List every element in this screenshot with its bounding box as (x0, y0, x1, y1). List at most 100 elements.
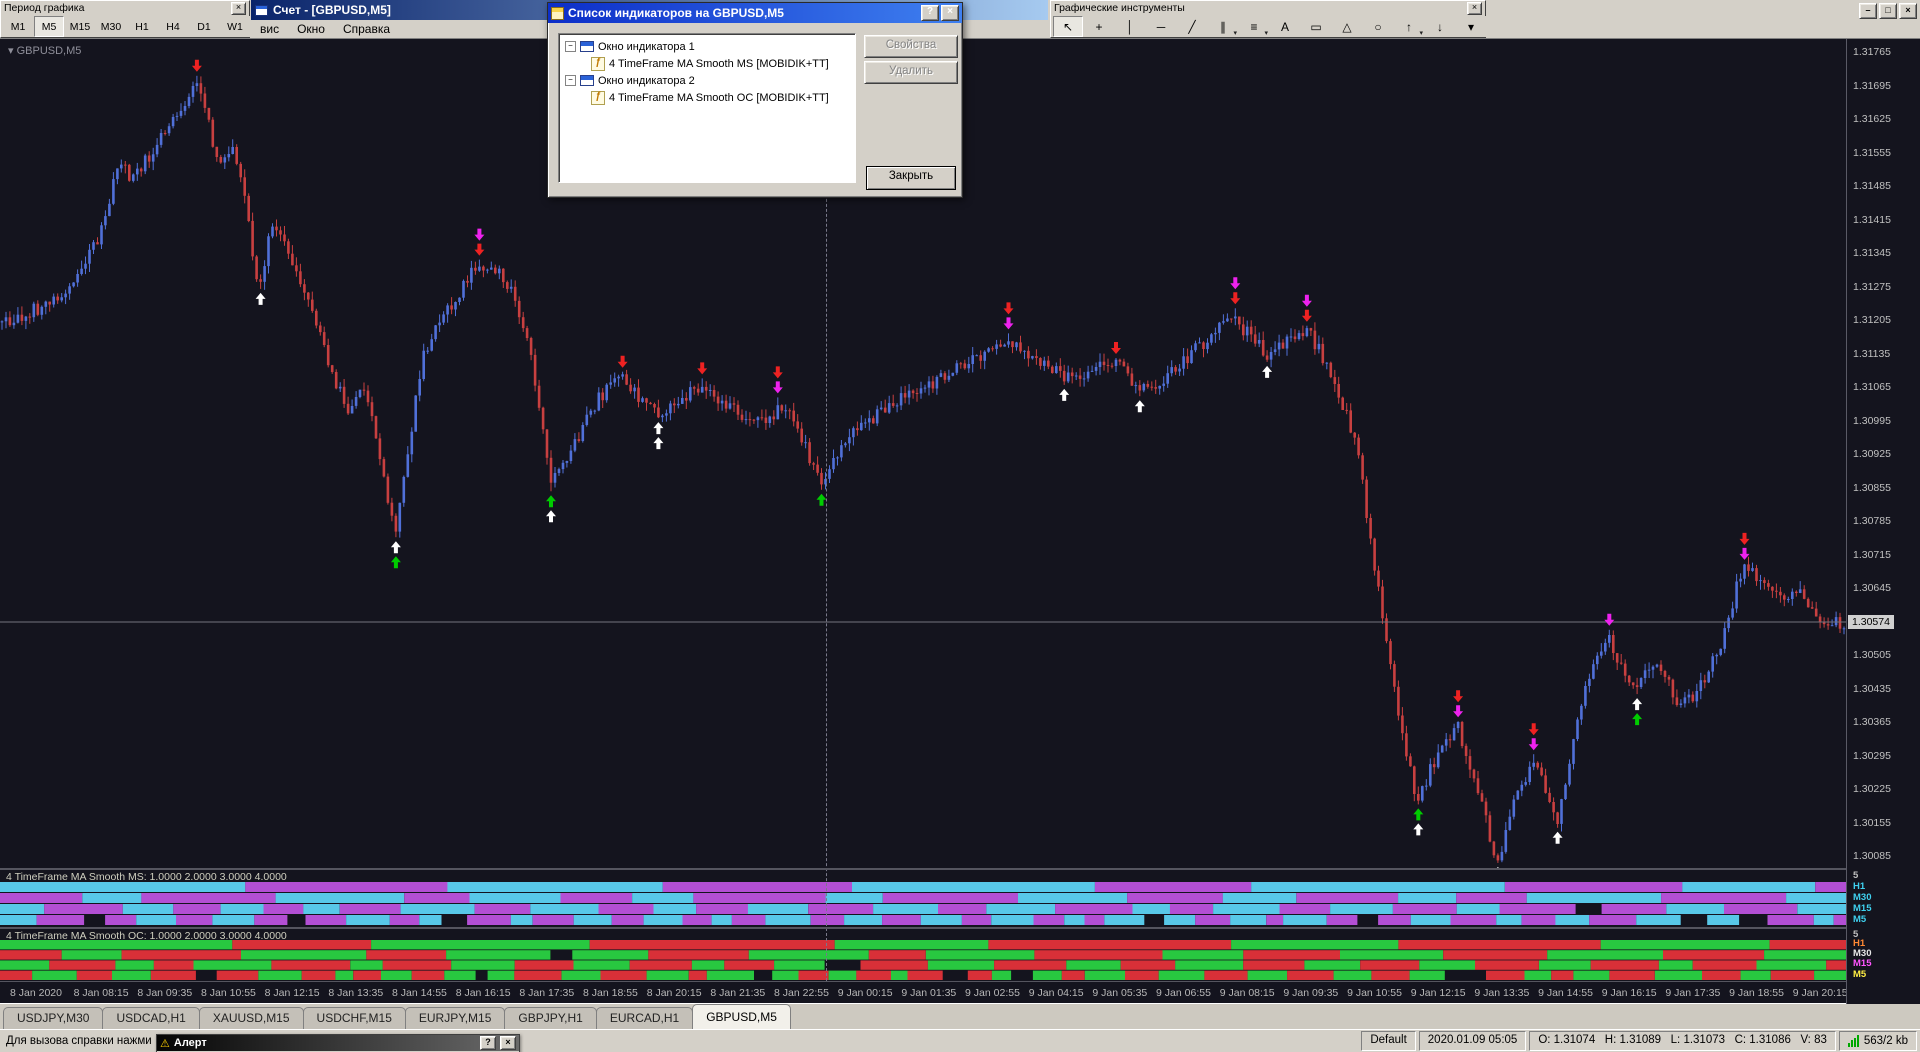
time-axis-label: 8 Jan 17:35 (519, 987, 575, 999)
pane-tf-label-m15: M15 (1853, 903, 1872, 914)
horizontal-line-icon[interactable]: ─ (1146, 16, 1176, 37)
time-axis-label: 8 Jan 2020 (10, 987, 62, 999)
chart-tab-usdjpym30[interactable]: USDJPY,M30 (3, 1007, 104, 1029)
trendline-icon[interactable]: ╱ (1177, 16, 1207, 37)
price-axis-label: 1.30295 (1853, 749, 1891, 762)
close-icon[interactable]: × (1899, 3, 1917, 19)
indicators-tree: − Окно индикатора 1 ƒ 4 TimeFrame MA Smooth… (559, 34, 855, 110)
period-toolbar-titlebar[interactable]: Период графика × (1, 1, 249, 15)
help-icon[interactable]: ? (480, 1036, 496, 1050)
price-axis-label: 1.31135 (1853, 347, 1891, 360)
indicators-listbox[interactable]: − Окно индикатора 1 ƒ 4 TimeFrame MA Smooth… (558, 33, 856, 183)
price-axis-label: 1.30225 (1853, 783, 1891, 795)
chart-tab-eurcadh1[interactable]: EURCAD,H1 (595, 1007, 694, 1029)
time-axis-label: 9 Jan 00:15 (837, 987, 893, 999)
crosshair-icon[interactable]: + (1084, 16, 1114, 37)
collapse-icon[interactable]: − (565, 41, 576, 52)
collapse-icon[interactable]: − (565, 75, 576, 86)
connection-bars-icon (1847, 1035, 1859, 1047)
chart-tab-gbpusdm5[interactable]: GBPUSD,M5 (692, 1004, 791, 1029)
time-axis-label: 9 Jan 02:55 (965, 987, 1020, 999)
indicator-window-icon (580, 75, 594, 86)
time-axis-label: 9 Jan 06:55 (1156, 987, 1211, 999)
close-icon[interactable]: × (941, 5, 959, 21)
period-button-h4[interactable]: H4 (158, 16, 188, 37)
menu-item-0[interactable]: вис (251, 21, 288, 37)
chart-tab-usdchfm15[interactable]: USDCHF,M15 (302, 1007, 406, 1029)
vertical-line-icon[interactable]: │ (1115, 16, 1145, 37)
period-button-m15[interactable]: M15 (65, 16, 95, 37)
arrow-up-icon[interactable]: ↑ ▾ (1394, 16, 1424, 37)
time-axis-label: 9 Jan 18:55 (1729, 987, 1784, 999)
chart-tab-usdcadh1[interactable]: USDCAD,H1 (102, 1007, 200, 1029)
price-axis-label: 1.30085 (1853, 850, 1891, 862)
time-axis-label: 9 Jan 05:35 (1092, 987, 1148, 999)
time-axis-label: 8 Jan 20:15 (646, 987, 702, 999)
pane-splitter[interactable] (0, 868, 1920, 870)
alert-titlebar[interactable]: ⚠ Алерт ? × (157, 1035, 519, 1051)
properties-button[interactable]: Свойства (864, 35, 958, 58)
restore-icon[interactable]: □ (1879, 3, 1897, 19)
chart-tab-gbpjpyh1[interactable]: GBPJPY,H1 (504, 1007, 597, 1029)
minimize-icon[interactable]: – (1859, 3, 1877, 19)
cursor-icon[interactable]: ↖ (1053, 16, 1083, 37)
close-icon[interactable]: × (1467, 1, 1482, 15)
period-button-m30[interactable]: M30 (96, 16, 126, 37)
price-axis-label: 1.31625 (1853, 113, 1891, 125)
text-icon[interactable]: A (1270, 16, 1300, 37)
close-icon[interactable]: × (231, 1, 246, 15)
price-axis-label: 1.30645 (1853, 582, 1891, 594)
tree-window-item[interactable]: − Окно индикатора 2 (561, 72, 853, 89)
period-toolbar-title: Период графика (4, 2, 85, 14)
arrow-down-icon[interactable]: ↓ (1425, 16, 1455, 37)
menu-item-1[interactable]: Окно (288, 21, 334, 37)
period-button-m1[interactable]: M1 (3, 16, 33, 37)
close-button[interactable]: Закрыть (866, 166, 956, 190)
help-icon[interactable]: ? (921, 5, 939, 21)
period-button-m5[interactable]: M5 (34, 16, 64, 37)
ellipse-icon[interactable]: ○ (1363, 16, 1393, 37)
more-tools-icon[interactable]: ▾ (1456, 16, 1486, 37)
rectangle-icon[interactable]: ▭ (1301, 16, 1331, 37)
price-axis-label: 1.31765 (1853, 46, 1891, 58)
pane-tf-label-m15: M15 (1853, 958, 1872, 969)
price-axis-label: 1.30435 (1853, 682, 1891, 695)
time-axis-label: 9 Jan 08:15 (1219, 987, 1275, 999)
time-axis[interactable]: 8 Jan 2020 8 Jan 08:15 8 Jan 09:35 8 Jan 10… (0, 981, 1920, 1004)
period-button-h1[interactable]: H1 (127, 16, 157, 37)
period-button-w1[interactable]: W1 (220, 16, 250, 37)
chart-tab-eurjpym15[interactable]: EURJPY,M15 (404, 1007, 506, 1029)
tree-window-label: Окно индикатора 1 (598, 40, 695, 53)
fibonacci-icon[interactable]: ≡ ▾ (1239, 16, 1269, 37)
alert-window[interactable]: ⚠ Алерт ? × (156, 1034, 520, 1052)
tree-indicator-item[interactable]: ƒ 4 TimeFrame MA Smooth MS [MOBIDIK+TT] (561, 55, 853, 72)
time-axis-label: 9 Jan 10:55 (1347, 987, 1402, 999)
profile-segment[interactable]: Default (1361, 1031, 1416, 1051)
time-axis-label: 8 Jan 18:55 (583, 987, 638, 999)
close-icon[interactable]: × (500, 1036, 516, 1050)
indicator-fx-icon: ƒ (591, 56, 605, 71)
price-axis-label: 1.30715 (1853, 548, 1891, 561)
time-axis-label: 8 Jan 10:55 (201, 987, 256, 999)
dialog-titlebar[interactable]: Список индикаторов на GBPUSD,M5 ? × (548, 3, 962, 23)
alert-icon: ⚠ (160, 1037, 170, 1050)
pane-splitter[interactable] (0, 927, 1920, 929)
pane-oc-header: 4 TimeFrame MA Smooth OC: 1.0000 2.0000 … (6, 930, 287, 942)
price-axis-label: 1.30995 (1853, 414, 1891, 427)
indicators-list-dialog: Список индикаторов на GBPUSD,M5 ? × − Окн… (547, 2, 963, 198)
period-button-d1[interactable]: D1 (189, 16, 219, 37)
triangle-icon[interactable]: △ (1332, 16, 1362, 37)
menu-item-2[interactable]: Справка (334, 21, 399, 37)
graphic-toolbar-titlebar[interactable]: Графические инструменты × (1051, 1, 1485, 15)
delete-button[interactable]: Удалить (864, 61, 958, 84)
price-axis-label: 1.30365 (1853, 716, 1891, 728)
pane-tf-label-m30: M30 (1853, 892, 1872, 903)
tree-window-item[interactable]: − Окно индикатора 1 (561, 38, 853, 55)
price-axis[interactable]: 1.31765 1.31695 1.31625 1.31555 1.31485 1.314… (1846, 39, 1920, 1004)
price-axis-label: 1.30155 (1853, 816, 1891, 829)
chart-tab-xauusdm15[interactable]: XAUUSD,M15 (198, 1007, 304, 1029)
equidistant-channel-icon[interactable]: ∥ ▾ (1208, 16, 1238, 37)
tree-indicator-item[interactable]: ƒ 4 TimeFrame MA Smooth OC [MOBIDIK+TT] (561, 89, 853, 106)
time-axis-label: 8 Jan 13:35 (328, 987, 384, 999)
graphic-tools: ↖ + │ ─ ╱ ∥ ▾ ≡ ▾ A ▭ △ ○ ↑ ▾ ↓ ▾ (1051, 15, 1486, 38)
